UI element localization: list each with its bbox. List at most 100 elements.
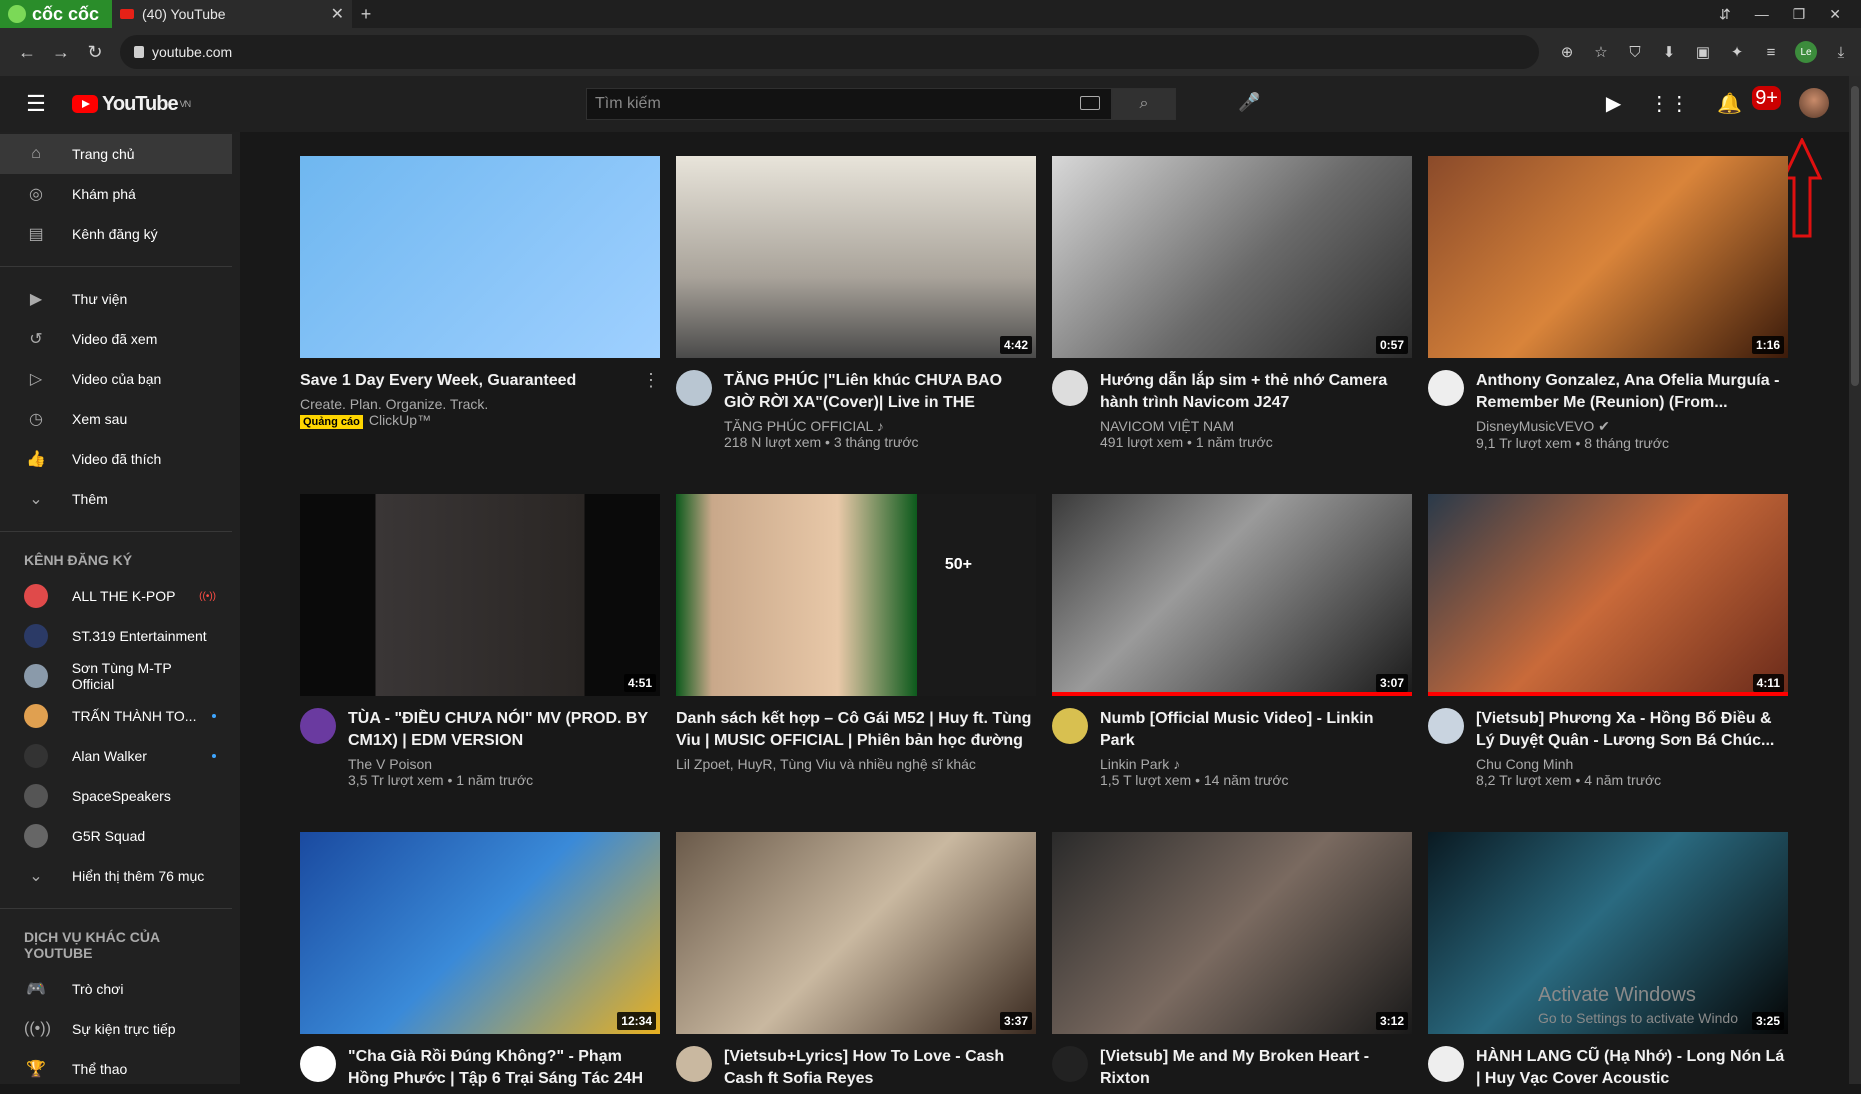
video-thumbnail[interactable]: 4:42 — [676, 156, 1036, 358]
new-tab-button[interactable]: + — [352, 4, 380, 25]
subscription-item[interactable]: G5R Squad — [0, 816, 240, 856]
minimize-button[interactable]: — — [1755, 6, 1769, 23]
video-thumbnail[interactable]: 12:34 — [300, 832, 660, 1034]
sidebar-item[interactable]: 🏆 Thể thao — [0, 1049, 240, 1084]
maximize-button[interactable]: ❐ — [1793, 6, 1806, 23]
downloads-icon[interactable]: ⤓ — [1831, 42, 1851, 62]
video-card[interactable]: 12:34 "Cha Già Rồi Đúng Không?" - Phạm Hồ… — [300, 832, 660, 1094]
sidebar-item[interactable]: 👍 Video đã thích — [0, 439, 240, 479]
sidebar-item[interactable]: ↺ Video đã xem — [0, 319, 240, 359]
video-title[interactable]: HÀNH LANG CŨ (Hạ Nhớ) - Long Nón Lá | Hu… — [1476, 1046, 1788, 1090]
channel-avatar[interactable] — [1052, 1046, 1088, 1082]
video-thumbnail[interactable]: 1:16 — [1428, 156, 1788, 358]
video-thumbnail[interactable] — [300, 156, 660, 358]
channel-name[interactable]: NAVICOM VIỆT NAM — [1100, 418, 1412, 434]
channel-avatar[interactable] — [676, 1046, 712, 1082]
video-thumbnail[interactable]: 0:57 — [1052, 156, 1412, 358]
video-title[interactable]: Danh sách kết hợp – Cô Gái M52 | Huy ft.… — [676, 708, 1036, 752]
channel-avatar[interactable] — [1052, 370, 1088, 406]
shield-icon[interactable]: ⛉ — [1625, 42, 1645, 62]
profile-avatar[interactable]: Le — [1795, 41, 1817, 63]
subscription-item[interactable]: SpaceSpeakers — [0, 776, 240, 816]
sidebar-item[interactable]: ((•)) Sự kiện trực tiếp — [0, 1009, 240, 1049]
download-icon[interactable]: ⬇ — [1659, 42, 1679, 62]
channel-avatar[interactable] — [676, 370, 712, 406]
scrollbar[interactable] — [1849, 76, 1861, 1084]
mic-icon[interactable]: 🎤 — [1238, 92, 1260, 113]
video-card[interactable]: 3:25 HÀNH LANG CŨ (Hạ Nhớ) - Long Nón Lá … — [1428, 832, 1788, 1094]
apps-icon[interactable]: ⋮⋮ — [1649, 91, 1689, 116]
video-title[interactable]: Numb [Official Music Video] - Linkin Par… — [1100, 708, 1412, 752]
sidebar-item[interactable]: ◷ Xem sau — [0, 399, 240, 439]
notifications-icon[interactable]: 🔔 9+ — [1717, 85, 1781, 116]
video-card[interactable]: 3:07 Numb [Official Music Video] - Linkin… — [1052, 494, 1412, 788]
sidebar-item[interactable]: 🎮 Trò chơi — [0, 969, 240, 1009]
create-video-icon[interactable]: ▶ — [1606, 91, 1621, 116]
channel-avatar[interactable] — [300, 708, 336, 744]
subscription-item[interactable]: Alan Walker — [0, 736, 240, 776]
video-title[interactable]: TÙA - "ĐIỀU CHƯA NÓI" MV (PROD. BY CM1X)… — [348, 708, 660, 752]
video-title[interactable]: "Cha Già Rồi Đúng Không?" - Phạm Hồng Ph… — [348, 1046, 660, 1090]
channel-avatar[interactable] — [1428, 708, 1464, 744]
channel-avatar[interactable] — [1428, 1046, 1464, 1082]
url-bar[interactable]: youtube.com — [120, 35, 1539, 69]
menu-icon[interactable]: ☰ — [0, 91, 72, 117]
video-title[interactable]: Anthony Gonzalez, Ana Ofelia Murguía - R… — [1476, 370, 1788, 414]
video-card[interactable]: 0:57 Hướng dẫn lắp sim + thẻ nhớ Camera h… — [1052, 156, 1412, 450]
restore-tabs-icon[interactable]: ⇵ — [1719, 6, 1731, 23]
search-button[interactable]: ⌕ — [1112, 88, 1176, 120]
add-icon[interactable]: ⊕ — [1557, 42, 1577, 62]
subscription-item[interactable]: ALL THE K-POP ((•)) — [0, 576, 240, 616]
close-window-button[interactable]: ✕ — [1829, 6, 1841, 23]
browser-brand[interactable]: cốc cốc — [0, 0, 112, 28]
video-title[interactable]: [Vietsub+Lyrics] How To Love - Cash Cash… — [724, 1046, 1036, 1090]
channel-name[interactable]: Lil Zpoet, HuyR, Tùng Viu và nhiều nghệ … — [676, 756, 1036, 772]
channel-name[interactable]: The V Poison — [348, 756, 660, 772]
sidebar-item[interactable]: ◎ Khám phá — [0, 174, 240, 214]
channel-avatar[interactable] — [1052, 708, 1088, 744]
video-thumbnail[interactable]: 3:07 — [1052, 494, 1412, 696]
channel-avatar[interactable] — [1428, 370, 1464, 406]
video-title[interactable]: Hướng dẫn lắp sim + thẻ nhớ Camera hành … — [1100, 370, 1412, 414]
search-input[interactable] — [586, 88, 1112, 120]
screenshot-icon[interactable]: ▣ — [1693, 42, 1713, 62]
channel-name[interactable]: Create. Plan. Organize. Track. — [300, 396, 642, 412]
video-card[interactable]: 3:37 [Vietsub+Lyrics] How To Love - Cash … — [676, 832, 1036, 1094]
show-more-button[interactable]: ⌄ Hiển thị thêm 76 mục — [0, 856, 240, 896]
video-thumbnail[interactable]: 3:12 — [1052, 832, 1412, 1034]
sidebar-item[interactable]: ⌄ Thêm — [0, 479, 240, 519]
star-icon[interactable]: ☆ — [1591, 42, 1611, 62]
video-title[interactable]: TĂNG PHÚC |"Liên khúc CHƯA BAO GIỜ RỜI X… — [724, 370, 1036, 414]
reload-button[interactable]: ↻ — [78, 42, 112, 63]
puzzle-icon[interactable]: ✦ — [1727, 42, 1747, 62]
youtube-logo[interactable]: YouTube VN — [72, 93, 191, 116]
close-tab-icon[interactable]: ✕ — [331, 4, 344, 24]
sidebar-item[interactable]: ▶ Thư viện — [0, 279, 240, 319]
video-thumbnail[interactable]: 4:11 — [1428, 494, 1788, 696]
video-card[interactable]: 1:16 Anthony Gonzalez, Ana Ofelia Murguía… — [1428, 156, 1788, 451]
browser-tab[interactable]: (40) YouTube ✕ — [112, 0, 352, 28]
video-thumbnail[interactable]: 4:51 — [300, 494, 660, 696]
video-thumbnail[interactable]: 3:37 — [676, 832, 1036, 1034]
subscription-item[interactable]: Sơn Tùng M-TP Official — [0, 656, 240, 696]
video-card[interactable]: 4:11 [Vietsub] Phương Xa - Hồng Bố Điều &… — [1428, 494, 1788, 788]
more-options-icon[interactable]: ⋮ — [642, 370, 660, 429]
sidebar-item[interactable]: ⌂ Trang chủ — [0, 134, 232, 174]
channel-name[interactable]: Linkin Park ♪ — [1100, 756, 1412, 772]
channel-avatar[interactable] — [300, 1046, 336, 1082]
playlist-icon[interactable]: ≡ — [1761, 42, 1781, 62]
video-card[interactable]: Save 1 Day Every Week, Guaranteed Create.… — [300, 156, 660, 429]
sidebar-item[interactable]: ▷ Video của bạn — [0, 359, 240, 399]
video-title[interactable]: Save 1 Day Every Week, Guaranteed — [300, 370, 642, 392]
subscription-item[interactable]: ST.319 Entertainment — [0, 616, 240, 656]
keyboard-icon[interactable] — [1080, 96, 1100, 110]
account-avatar[interactable] — [1799, 88, 1829, 118]
channel-name[interactable]: DisneyMusicVEVO ✔ — [1476, 418, 1788, 435]
video-card[interactable]: 4:51 TÙA - "ĐIỀU CHƯA NÓI" MV (PROD. BY C… — [300, 494, 660, 788]
forward-button[interactable]: → — [44, 42, 78, 63]
video-thumbnail[interactable]: 50+ — [676, 494, 1036, 696]
sidebar-item[interactable]: ▤ Kênh đăng ký — [0, 214, 240, 254]
scrollbar-thumb[interactable] — [1851, 86, 1859, 386]
channel-name[interactable]: TĂNG PHÚC OFFICIAL ♪ — [724, 418, 1036, 434]
video-card[interactable]: 50+ Danh sách kết hợp – Cô Gái M52 | Huy … — [676, 494, 1036, 772]
